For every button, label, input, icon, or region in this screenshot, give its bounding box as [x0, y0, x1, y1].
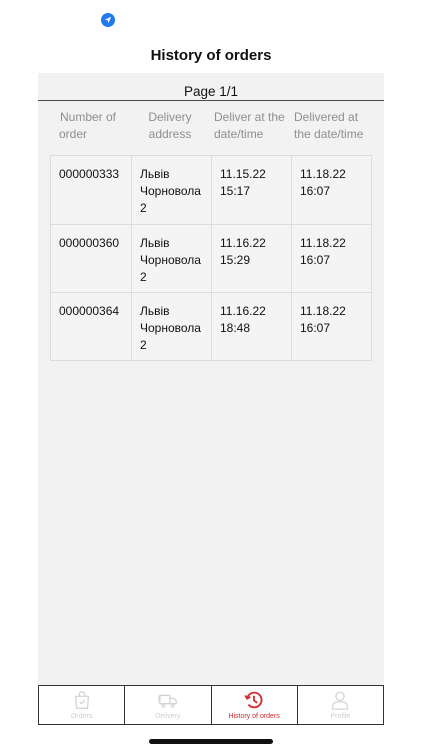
- order-number: 000000333: [59, 167, 120, 181]
- page-indicator: Page 1/1: [183, 84, 239, 99]
- order-number: 000000364: [59, 304, 120, 318]
- address-line: 2: [140, 201, 147, 215]
- column-header-line: date/time: [214, 127, 264, 141]
- column-header-deliver-at: Deliver at the date/time: [210, 109, 290, 143]
- tab-history-of-orders[interactable]: History of orders: [210, 686, 297, 724]
- address-line: Чорновола: [140, 321, 201, 335]
- page-title: History of orders: [150, 47, 272, 64]
- deliver-at-cell: 11.15.22 15:17: [211, 156, 291, 224]
- orders-table: 000000333 Львів Чорновола 2 11.15.22 15:…: [50, 155, 372, 361]
- table-row[interactable]: 000000364 Львів Чорновола 2 11.16.22 18:…: [51, 292, 371, 360]
- order-number: 000000360: [59, 236, 120, 250]
- deliver-time: 15:17: [220, 184, 251, 198]
- tab-delivery[interactable]: Delivery: [124, 686, 210, 724]
- delivered-time: 16:07: [300, 321, 331, 335]
- column-header-line: address: [148, 127, 192, 141]
- column-header-line: Delivered at: [294, 110, 359, 124]
- deliver-at-cell: 11.16.22 15:29: [211, 225, 291, 292]
- tab-label: History of orders: [228, 713, 280, 720]
- deliver-time: 15:29: [220, 253, 251, 267]
- column-header-line: Delivery: [148, 110, 192, 124]
- tab-label: Delivery: [155, 713, 181, 720]
- delivered-date: 11.18.22: [300, 167, 346, 181]
- delivered-at-cell: 11.18.22 16:07: [291, 293, 371, 360]
- home-indicator[interactable]: [149, 739, 273, 744]
- column-header-delivered-at: Delivered at the date/time: [290, 109, 380, 143]
- table-row[interactable]: 000000333 Львів Чорновола 2 11.15.22 15:…: [51, 156, 371, 224]
- deliver-date: 11.16.22: [220, 236, 266, 250]
- order-number-cell: 000000333: [51, 156, 131, 224]
- address-cell: Львів Чорновола 2: [131, 225, 211, 292]
- deliver-date: 11.15.22: [220, 167, 266, 181]
- address-line: Чорновола: [140, 184, 201, 198]
- address-line: Львів: [140, 167, 170, 181]
- address-line: 2: [140, 270, 147, 284]
- history-clock-icon: [244, 691, 263, 709]
- shopping-bag-icon: [74, 691, 89, 709]
- location-arrow-icon: [101, 13, 115, 27]
- delivered-date: 11.18.22: [300, 236, 346, 250]
- orders-panel: Page 1/1 Number of order Delivery addres…: [38, 73, 384, 685]
- column-header-line: Deliver at the: [214, 110, 285, 124]
- column-header-line: the date/time: [294, 127, 364, 141]
- address-line: Львів: [140, 304, 170, 318]
- tab-bar: Orders Delivery History of orders Profil…: [38, 685, 384, 725]
- deliver-time: 18:48: [220, 321, 251, 335]
- divider: [38, 100, 384, 101]
- column-header-delivery-address: Delivery address: [130, 109, 210, 143]
- deliver-date: 11.16.22: [220, 304, 266, 318]
- address-line: Львів: [140, 236, 170, 250]
- tab-label: Profile: [330, 713, 351, 720]
- profile-icon: [332, 691, 349, 710]
- tab-orders[interactable]: Orders: [39, 686, 124, 724]
- delivered-time: 16:07: [300, 253, 331, 267]
- table-row[interactable]: 000000360 Львів Чорновола 2 11.16.22 15:…: [51, 224, 371, 292]
- column-header-line: order: [59, 127, 88, 141]
- address-cell: Львів Чорновола 2: [131, 293, 211, 360]
- tab-profile[interactable]: Profile: [296, 686, 383, 724]
- delivered-at-cell: 11.18.22 16:07: [291, 225, 371, 292]
- delivery-truck-icon: [157, 694, 177, 708]
- order-number-cell: 000000364: [51, 293, 131, 360]
- delivered-date: 11.18.22: [300, 304, 346, 318]
- address-cell: Львів Чорновола 2: [131, 156, 211, 224]
- address-line: Чорновола: [140, 253, 201, 267]
- tab-label: Orders: [70, 713, 93, 720]
- delivered-time: 16:07: [300, 184, 331, 198]
- column-header-order-number: Number of order: [52, 109, 124, 143]
- order-number-cell: 000000360: [51, 225, 131, 292]
- column-header-line: Number of: [59, 110, 117, 124]
- address-line: 2: [140, 338, 147, 352]
- deliver-at-cell: 11.16.22 18:48: [211, 293, 291, 360]
- delivered-at-cell: 11.18.22 16:07: [291, 156, 371, 224]
